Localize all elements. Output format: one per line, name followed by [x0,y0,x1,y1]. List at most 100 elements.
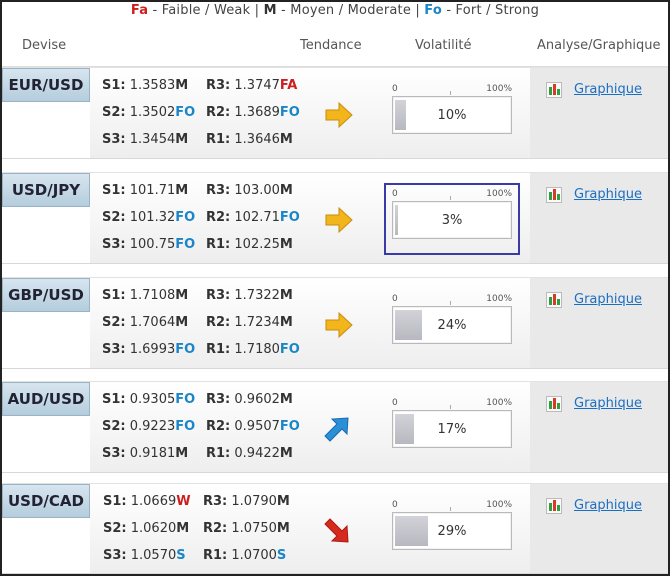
level-strength-tag: FO [279,210,300,225]
level-value: 1.0700 [231,548,277,563]
candlestick-chart-icon[interactable] [546,187,562,203]
scale-min-label: 0 [392,294,398,304]
currency-pair-label: GBP/USD [2,278,90,312]
resistance-r2: R2: 1.0750M [203,521,290,536]
level-label: R1: [206,132,231,147]
volatility-percent: 3% [441,213,463,228]
level-strength-tag: M [175,78,189,93]
candlestick-chart-icon[interactable] [546,82,562,98]
support-s3: S3: 100.75FO [102,237,195,252]
level-strength-tag: M [279,132,293,147]
level-label: S1: [102,288,126,303]
resistance-r2: R2: 0.9507FO [206,419,300,434]
graphique-link[interactable]: Graphique [574,187,642,202]
support-s1: S1: 1.7108M [102,288,188,303]
scale-max-label: 100% [486,398,512,408]
volatility-percent: 29% [437,524,467,539]
resistance-r3: R3: 1.0790M [203,494,290,509]
level-value: 1.0620 [130,521,177,536]
volatility-bar: 24% [392,306,512,344]
level-label: R1: [206,342,231,357]
support-s3: S3: 0.9181M [102,446,188,461]
scale-mid-tick [450,91,451,95]
arrow-right-icon [324,101,354,129]
support-s2: S2: 1.0620M [103,521,189,536]
header-devise: Devise [22,38,67,53]
candlestick-chart-icon[interactable] [546,292,562,308]
level-value: 1.7108 [129,288,176,303]
level-strength-tag: FO [175,392,196,407]
level-value: 1.3502 [129,105,176,120]
support-s1: S1: 0.9305FO [102,392,195,407]
level-label: S2: [102,419,126,434]
level-strength-tag: M [276,494,290,509]
legend-weak-text: - Faible / Weak | [148,3,264,18]
level-label: S3: [102,132,126,147]
level-value: 0.9223 [129,419,176,434]
level-strength-tag: M [279,446,293,461]
volatility-percent: 10% [437,108,467,123]
header-analyse: Analyse/Graphique [537,38,661,53]
level-strength-tag: M [175,183,189,198]
volatility-scale: 0 100% [392,84,512,96]
support-s3: S3: 1.0570S [103,548,186,563]
scale-max-label: 100% [486,294,512,304]
candlestick-chart-icon[interactable] [546,396,562,412]
level-value: 1.7064 [129,315,176,330]
volatility-gauge: 0 100% 10% [392,84,512,134]
level-strength-tag: M [176,521,190,536]
currency-row: GBP/USD S1: 1.7108M S2: 1.7064M S3: 1.6993F… [2,277,668,369]
resistance-r2: R2: 1.3689FO [206,105,300,120]
legend-weak-code: Fa [130,3,149,18]
level-label: S1: [102,78,126,93]
resistance-r2: R2: 1.7234M [206,315,293,330]
level-value: 102.25 [234,237,280,252]
legend-strong-text: - Fort / Strong [441,3,540,18]
level-value: 1.0570 [130,548,177,563]
level-value: 1.0669 [130,494,177,509]
level-value: 101.71 [129,183,176,198]
scale-min-label: 0 [392,398,398,408]
graphique-link[interactable]: Graphique [574,292,642,307]
header-volatilite: Volatilité [415,38,472,53]
level-label: R3: [206,392,231,407]
level-label: S3: [102,342,126,357]
legend-moderate-text: - Moyen / Moderate | [276,3,425,18]
level-strength-tag: M [175,288,189,303]
volatility-percent: 17% [437,422,467,437]
level-value: 101.32 [129,210,176,225]
level-label: S1: [102,392,126,407]
graphique-link[interactable]: Graphique [574,498,642,513]
level-value: 1.7180 [234,342,280,357]
currency-row: USD/JPY S1: 101.71M S2: 101.32FO S3: 100.75… [2,172,668,264]
candlestick-chart-icon[interactable] [546,498,562,514]
scale-max-label: 100% [486,500,512,510]
level-value: 0.9305 [129,392,176,407]
level-label: R1: [203,548,228,563]
support-s2: S2: 1.3502FO [102,105,195,120]
graphique-link[interactable]: Graphique [574,396,642,411]
level-strength-tag: FA [279,78,298,93]
level-label: S3: [103,548,127,563]
arrow-down-right-icon [324,517,354,545]
currency-pair-label: AUD/USD [2,382,90,416]
level-value: 1.3747 [234,78,280,93]
legend-moderate-code: M [263,3,277,18]
level-label: R2: [206,419,231,434]
level-value: 1.7322 [234,288,280,303]
level-label: S1: [103,494,127,509]
support-s1: S1: 1.0669W [103,494,191,509]
level-strength-tag: FO [175,105,196,120]
graphique-link[interactable]: Graphique [574,82,642,97]
level-strength-tag: M [175,446,189,461]
scale-mid-tick [450,301,451,305]
resistance-r1: R1: 0.9422M [206,446,293,461]
currency-row: EUR/USD S1: 1.3583M S2: 1.3502FO S3: 1.3454… [2,67,668,159]
currency-row: USD/CAD S1: 1.0669W S2: 1.0620M S3: 1.0570S… [2,483,668,574]
volatility-gauge: 0 100% 3% [392,189,512,239]
support-s1: S1: 1.3583M [102,78,188,93]
volatility-bar: 29% [392,512,512,550]
resistance-r3: R3: 1.7322M [206,288,293,303]
level-strength-tag: M [175,315,189,330]
level-label: S1: [102,183,126,198]
